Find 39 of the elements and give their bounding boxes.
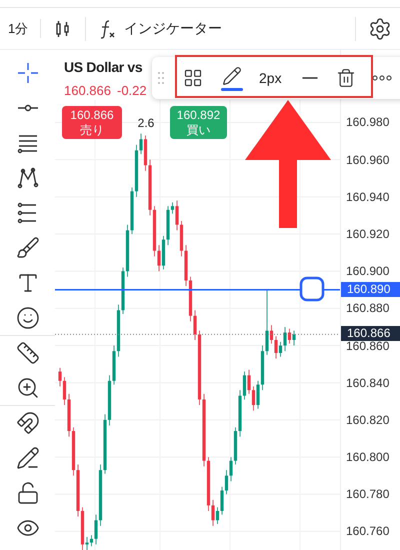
price-tick: 160.900 bbox=[346, 265, 390, 278]
price-tick: 160.860 bbox=[346, 340, 390, 352]
brush-icon[interactable] bbox=[16, 236, 40, 260]
indicators-button[interactable]: インジケーター bbox=[98, 18, 222, 39]
pencil-lock-icon[interactable] bbox=[16, 446, 40, 470]
line-price-label: 160.890 bbox=[341, 282, 400, 297]
more-icon[interactable] bbox=[372, 75, 392, 81]
price-tick: 160.920 bbox=[346, 228, 390, 240]
price-tick: 160.780 bbox=[346, 488, 390, 500]
price-tick: 160.820 bbox=[346, 414, 390, 426]
sell-button[interactable]: 160.866 売り bbox=[62, 106, 122, 139]
price-change: -0.22 bbox=[117, 82, 147, 100]
horizontal-line[interactable] bbox=[55, 289, 340, 291]
price-tick: 160.940 bbox=[346, 190, 390, 203]
price-tick: 160.980 bbox=[346, 116, 390, 128]
crosshair-icon[interactable] bbox=[16, 61, 40, 85]
symbol-title: US Dollar vs bbox=[64, 58, 144, 77]
add-template-icon[interactable] bbox=[183, 68, 203, 88]
drag-handle-icon[interactable] bbox=[157, 71, 165, 85]
settings-icon[interactable] bbox=[368, 16, 392, 40]
current-price-label: 160.866 bbox=[341, 326, 400, 342]
magnet-icon[interactable] bbox=[16, 411, 40, 435]
unlock-icon[interactable] bbox=[16, 481, 40, 505]
delete-icon[interactable] bbox=[336, 68, 356, 88]
zoom-in-icon[interactable] bbox=[16, 376, 40, 400]
price-tick: 160.800 bbox=[346, 451, 390, 464]
price-tick: 160.880 bbox=[346, 302, 390, 314]
smiley-icon[interactable] bbox=[16, 306, 40, 330]
price-tick: 160.960 bbox=[346, 154, 390, 166]
spread-value: 2.6 bbox=[136, 114, 156, 132]
line-handle[interactable] bbox=[300, 276, 324, 302]
price-tick: 160.840 bbox=[346, 376, 390, 389]
price-tick: 160.760 bbox=[346, 525, 390, 538]
ruler-icon[interactable] bbox=[16, 341, 40, 365]
line-color-button[interactable] bbox=[221, 66, 243, 90]
pattern-icon[interactable] bbox=[16, 166, 40, 190]
last-price: 160.866 bbox=[64, 82, 111, 100]
interval-button[interactable]: 1分 bbox=[8, 18, 42, 38]
line-width-button[interactable]: 2px bbox=[259, 68, 282, 88]
